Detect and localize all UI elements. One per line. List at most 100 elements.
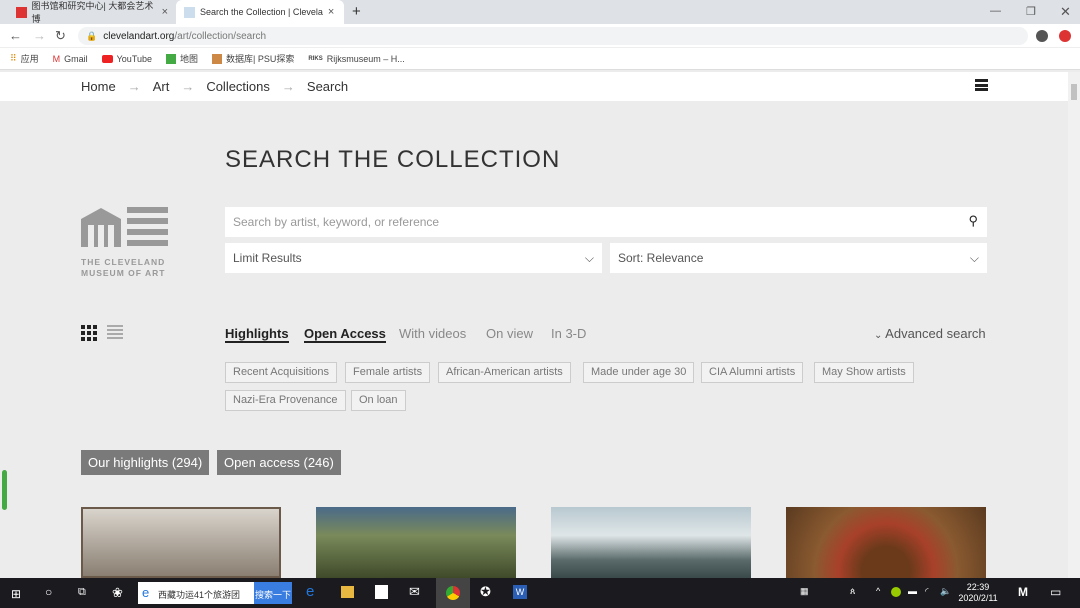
input-method-icon[interactable]: M xyxy=(1018,585,1028,599)
bookmark-label: 数据库| PSU探索 xyxy=(226,54,295,64)
forward-icon[interactable]: → xyxy=(33,28,46,43)
minimize-icon[interactable]: — xyxy=(990,5,1001,17)
chip-made-under-30[interactable]: Made under age 30 xyxy=(583,362,695,383)
page-title: SEARCH THE COLLECTION xyxy=(225,146,561,173)
artwork-thumbnail[interactable] xyxy=(81,507,281,578)
extension-icon[interactable] xyxy=(1059,30,1071,42)
artwork-thumbnail[interactable] xyxy=(551,507,751,578)
filter-highlights[interactable]: Highlights xyxy=(225,326,289,343)
people-icon[interactable]: ጰ xyxy=(850,586,855,597)
filter-open-access[interactable]: Open Access xyxy=(304,326,386,343)
url-field[interactable]: 🔒 clevelandart.org/art/collection/search xyxy=(78,27,1028,45)
battery-icon[interactable]: ▬ xyxy=(908,586,917,596)
close-tab-icon[interactable]: × xyxy=(162,6,168,18)
bookmark-apps[interactable]: ⠿ 应用 xyxy=(10,52,39,65)
chip-cia-alumni[interactable]: CIA Alumni artists xyxy=(701,362,804,383)
windows-start-icon[interactable]: ⊞ xyxy=(11,587,21,601)
profile-icon[interactable] xyxy=(1036,30,1048,42)
side-widget[interactable] xyxy=(2,470,7,510)
tray-icon[interactable]: ▦ xyxy=(800,586,809,597)
breadcrumb-collections[interactable]: Collections xyxy=(206,79,270,94)
filter-on-view[interactable]: On view xyxy=(486,326,533,341)
cma-logo[interactable]: THE CLEVELAND MUSEUM OF ART xyxy=(81,207,171,278)
our-highlights-button[interactable]: Our highlights (294) xyxy=(81,450,210,475)
breadcrumb-art[interactable]: Art xyxy=(153,79,170,94)
taskbar-search-button[interactable]: 搜索一下 xyxy=(254,582,292,604)
volume-icon[interactable]: 🔈 xyxy=(940,586,951,597)
menu-icon[interactable] xyxy=(975,79,988,91)
chip-on-loan[interactable]: On loan xyxy=(351,390,406,411)
mail-icon[interactable]: ✉ xyxy=(409,584,420,600)
tab-bar: 图书馆和研究中心| 大都会艺术博 × Search the Collection … xyxy=(0,0,1080,24)
limit-results-dropdown[interactable]: Limit Results ⌵ xyxy=(225,243,602,273)
logo-text: MUSEUM OF ART xyxy=(81,268,166,278)
time: 22:39 xyxy=(966,582,990,592)
logo-text: THE CLEVELAND xyxy=(81,257,166,267)
scrollbar[interactable] xyxy=(1068,72,1080,578)
breadcrumb-search: Search xyxy=(306,79,349,94)
tab-title: 图书馆和研究中心| 大都会艺术博 xyxy=(31,1,154,24)
app-icon[interactable]: ✪ xyxy=(480,584,491,600)
word-icon[interactable]: W xyxy=(513,585,527,599)
bookmark-label: Gmail xyxy=(64,53,88,64)
met-favicon-icon xyxy=(16,6,27,18)
app-icon[interactable]: ❀ xyxy=(112,585,123,601)
url-domain: clevelandart.org xyxy=(103,30,175,42)
artwork-thumbnail[interactable] xyxy=(316,507,516,578)
clock[interactable]: 22:39 2020/2/11 xyxy=(958,582,998,604)
wifi-icon[interactable]: ◜ xyxy=(925,586,929,597)
chip-african-american-artists[interactable]: African-American artists xyxy=(438,362,571,383)
task-view-icon[interactable]: ⧉ xyxy=(78,586,86,599)
lock-icon: 🔒 xyxy=(86,30,98,41)
show-hidden-icons[interactable]: ^ xyxy=(876,586,880,596)
notification-icon[interactable]: ▭ xyxy=(1050,585,1061,599)
chrome-taskbar-button[interactable] xyxy=(436,578,470,608)
advanced-search-link[interactable]: ⌄ Advanced search xyxy=(874,326,986,341)
chevron-down-icon: ⌵ xyxy=(584,251,594,265)
maximize-icon[interactable]: ❐ xyxy=(1026,5,1036,18)
advanced-search-label: Advanced search xyxy=(885,326,986,341)
tray-app-icon[interactable] xyxy=(891,587,901,597)
arrow-icon: → xyxy=(127,79,141,94)
store-icon[interactable] xyxy=(375,585,388,599)
open-access-button[interactable]: Open access (246) xyxy=(217,450,341,475)
artwork-thumbnail[interactable] xyxy=(786,507,986,578)
bookmark-psu[interactable]: 数据库| PSU探索 xyxy=(212,52,294,65)
chip-nazi-era-provenance[interactable]: Nazi-Era Provenance xyxy=(225,390,346,411)
bookmark-rijksmuseum[interactable]: RIKS Rijksmuseum – H... xyxy=(308,54,404,64)
gmail-icon: M xyxy=(52,53,61,64)
file-explorer-icon[interactable] xyxy=(341,586,354,598)
tab-met[interactable]: 图书馆和研究中心| 大都会艺术博 × xyxy=(8,0,176,24)
psu-icon xyxy=(212,53,223,64)
edge-icon[interactable]: e xyxy=(306,583,314,600)
filter-in-3d[interactable]: In 3-D xyxy=(551,326,586,341)
search-input[interactable]: Search by artist, keyword, or reference ⚲ xyxy=(225,207,987,237)
grid-view-icon[interactable] xyxy=(81,325,97,341)
search-icon[interactable]: ⚲ xyxy=(968,213,978,229)
bookmark-youtube[interactable]: YouTube xyxy=(101,53,152,64)
filter-with-videos[interactable]: With videos xyxy=(399,326,466,341)
bookmark-label: YouTube xyxy=(116,53,152,64)
new-tab-icon[interactable]: + xyxy=(352,3,361,20)
sort-dropdown[interactable]: Sort: Relevance ⌵ xyxy=(610,243,987,273)
chip-may-show[interactable]: May Show artists xyxy=(814,362,914,383)
back-icon[interactable]: ← xyxy=(9,28,22,43)
bookmark-label: 地图 xyxy=(180,54,199,64)
chip-recent-acquisitions[interactable]: Recent Acquisitions xyxy=(225,362,337,383)
taskbar: ⊞ ○ ⧉ ❀ e 西藏功运41个旅游团 搜索一下 e ✉ ✪ W ▦ ጰ ^ ▬… xyxy=(0,578,1080,608)
chrome-icon xyxy=(446,586,460,600)
chip-female-artists[interactable]: Female artists xyxy=(345,362,431,383)
reload-icon[interactable]: ↻ xyxy=(55,28,66,44)
breadcrumb-home[interactable]: Home xyxy=(81,79,116,94)
bookmark-maps[interactable]: 地图 xyxy=(166,52,198,65)
close-tab-icon[interactable]: × xyxy=(328,6,334,18)
taskbar-search-input[interactable]: e 西藏功运41个旅游团 xyxy=(138,582,254,604)
list-view-icon[interactable] xyxy=(107,325,123,341)
bookmark-gmail[interactable]: M Gmail xyxy=(53,54,88,64)
cortana-icon[interactable]: ○ xyxy=(45,585,52,599)
rijks-icon: RIKS xyxy=(308,55,323,62)
ie-icon: e xyxy=(142,585,150,600)
arrow-icon: → xyxy=(181,79,195,94)
close-window-icon[interactable]: ✕ xyxy=(1060,4,1071,20)
tab-cleveland[interactable]: Search the Collection | Clevela × xyxy=(176,0,344,24)
